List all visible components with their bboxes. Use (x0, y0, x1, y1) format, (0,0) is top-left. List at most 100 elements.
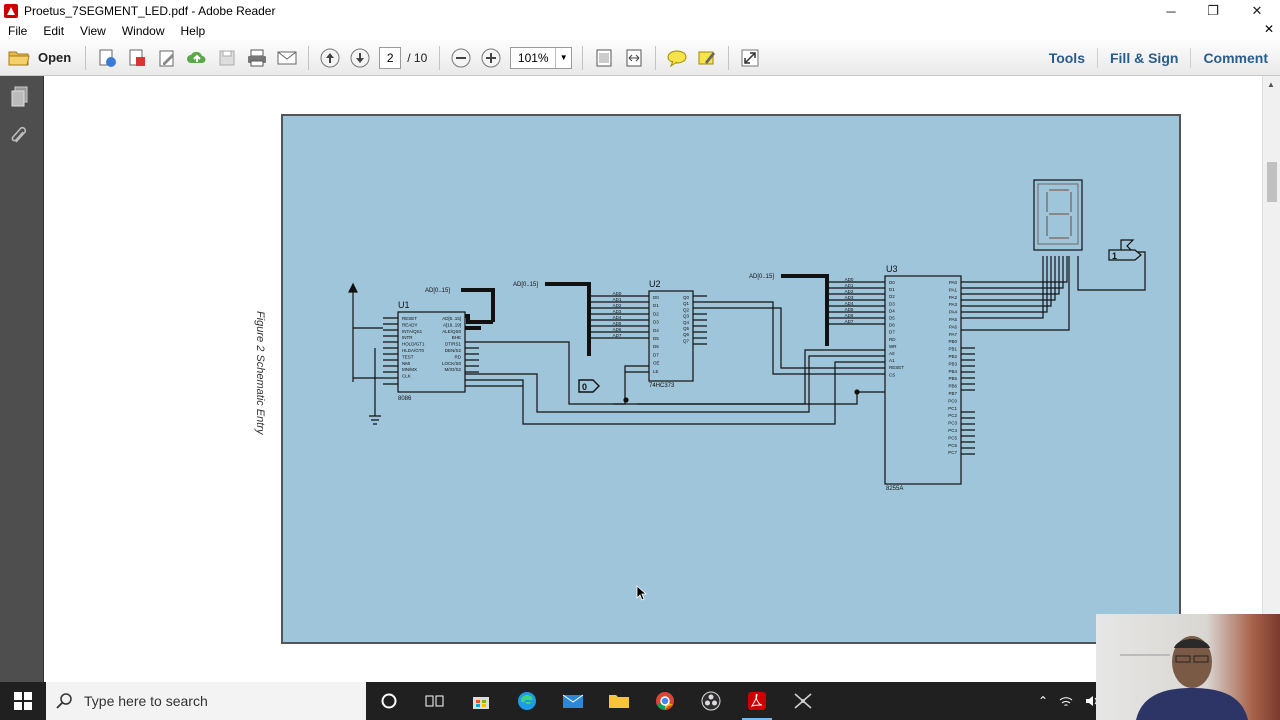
u1-pin-label: TEST (402, 354, 414, 359)
expand-icon (741, 49, 759, 66)
u3-pin-label: D0 (889, 280, 895, 285)
wifi-icon[interactable] (1058, 694, 1074, 708)
print-button[interactable] (244, 45, 270, 71)
u3-pin-label: D3 (889, 301, 895, 306)
comment-link[interactable]: Comment (1190, 48, 1280, 68)
menu-view[interactable]: View (72, 24, 114, 38)
attachments-button[interactable] (10, 124, 30, 151)
cloud-upload-icon (187, 51, 206, 63)
u3-pin-label: D6 (889, 323, 895, 328)
export-pdf-button[interactable] (124, 45, 150, 71)
u3-pin-label: PA6 (949, 324, 958, 329)
pencil-icon (159, 50, 175, 66)
fit-page-icon (596, 49, 612, 66)
close-button[interactable]: ✕ (1234, 0, 1280, 22)
snipping-tool-button[interactable] (780, 682, 826, 720)
scroll-up-icon[interactable]: ▲ (1267, 80, 1275, 89)
obs-button[interactable] (688, 682, 734, 720)
upload-button[interactable] (184, 45, 210, 71)
task-pane-links: Tools Fill & Sign Comment (1037, 40, 1280, 76)
u1-pin-label: RESET (402, 316, 417, 321)
u3-pin-label: PA0 (949, 280, 958, 285)
u2-pin-label: D0 (653, 295, 659, 300)
u1-pin-label: AD[0..15] (442, 316, 461, 321)
save-button[interactable] (214, 45, 240, 71)
sticky-note-button[interactable] (664, 45, 690, 71)
arrow-up-icon (320, 48, 340, 67)
u3-pin-label: D4 (889, 308, 895, 313)
page-thumbnails-button[interactable] (10, 86, 30, 113)
u3-ad-pin-label: AD7 (845, 319, 854, 324)
u3-pin-label: PB0 (948, 339, 957, 344)
printer-icon (248, 49, 267, 66)
fit-page-button[interactable] (591, 45, 617, 71)
menu-help[interactable]: Help (173, 24, 214, 38)
store-button[interactable] (458, 682, 504, 720)
u3-bus-label: AD[0..15] (749, 274, 774, 280)
email-button[interactable] (274, 45, 300, 71)
schematic-drawing: U1 8086 U2 74HC373 U3 8255A AD[0..15] AD… (348, 179, 1146, 492)
u3-pin-label: D2 (889, 294, 895, 299)
fill-sign-link[interactable]: Fill & Sign (1096, 48, 1190, 68)
u2-pin-label: D7 (653, 352, 659, 357)
fit-width-button[interactable] (621, 45, 647, 71)
edit-pdf-button[interactable] (154, 45, 180, 71)
menu-window[interactable]: Window (114, 24, 173, 38)
highlight-button[interactable] (694, 45, 720, 71)
u3-pin-label: PA3 (949, 302, 958, 307)
u2-label: U2 (649, 279, 661, 289)
u1-pin-label: RD (455, 354, 462, 359)
u3-ad-pin-label: AD3 (845, 295, 854, 300)
chevron-up-icon[interactable]: ⌃ (1038, 694, 1048, 708)
scrollbar-thumb[interactable] (1267, 162, 1277, 202)
chrome-button[interactable] (642, 682, 688, 720)
open-button[interactable]: Open (0, 44, 79, 72)
u3-pin-label: CS (889, 372, 895, 377)
minimize-button[interactable]: ─ (1148, 0, 1194, 22)
mail-button[interactable] (550, 682, 596, 720)
u3-ad-pin-label: AD0 (845, 277, 854, 282)
u3-pin-label: RD (889, 337, 896, 342)
create-pdf-icon (99, 49, 117, 67)
restore-button[interactable]: ❐ (1190, 0, 1236, 22)
file-explorer-button[interactable] (596, 682, 642, 720)
previous-page-button[interactable] (317, 45, 343, 71)
menu-edit[interactable]: Edit (35, 24, 72, 38)
u2-pin-label: D2 (653, 311, 659, 316)
u2-ad-pin-label: AD4 (613, 315, 622, 320)
zoom-value: 101% (517, 50, 549, 65)
toolbar-separator (439, 45, 441, 70)
cortana-button[interactable] (366, 682, 412, 720)
chevron-down-icon[interactable]: ▼ (555, 47, 571, 68)
zoom-out-button[interactable] (448, 45, 474, 71)
tools-link[interactable]: Tools (1037, 48, 1097, 68)
task-view-button[interactable] (412, 682, 458, 720)
u3-label: U3 (886, 264, 898, 274)
ground-symbol (369, 348, 381, 425)
next-page-button[interactable] (347, 45, 373, 71)
power-arrow-icon (348, 282, 358, 293)
edge-button[interactable] (504, 682, 550, 720)
page-number-input[interactable]: 2 (379, 46, 402, 69)
u2-pin-label: Q7 (683, 338, 690, 343)
u1-pin-label: NMI (402, 361, 410, 366)
u3-pin-label: PA1 (949, 287, 958, 292)
document-viewport[interactable]: Figure 2 Schematic Entry U1 8086 U2 74HC… (44, 76, 1262, 682)
vertical-scrollbar[interactable]: ▲ (1262, 76, 1280, 682)
close-document-icon[interactable]: ✕ (1264, 22, 1274, 36)
menu-file[interactable]: File (0, 24, 35, 38)
export-pdf-icon (129, 49, 146, 66)
u2-pin-label: Q2 (683, 307, 690, 312)
title-bar: Proetus_7SEGMENT_LED.pdf - Adobe Reader … (0, 0, 1280, 22)
start-button[interactable] (0, 682, 46, 720)
taskbar-search-box[interactable]: Type here to search (46, 682, 366, 720)
u1-pin-label: MN/MX (402, 367, 417, 372)
folder-icon (8, 51, 30, 65)
adobe-reader-taskbar-button[interactable] (734, 682, 780, 720)
full-screen-button[interactable] (737, 45, 763, 71)
create-pdf-button[interactable] (94, 45, 120, 71)
fit-width-icon (626, 49, 642, 66)
open-label: Open (38, 50, 72, 65)
zoom-in-button[interactable] (478, 45, 504, 71)
zoom-select[interactable]: 101% ▼ (510, 46, 573, 69)
